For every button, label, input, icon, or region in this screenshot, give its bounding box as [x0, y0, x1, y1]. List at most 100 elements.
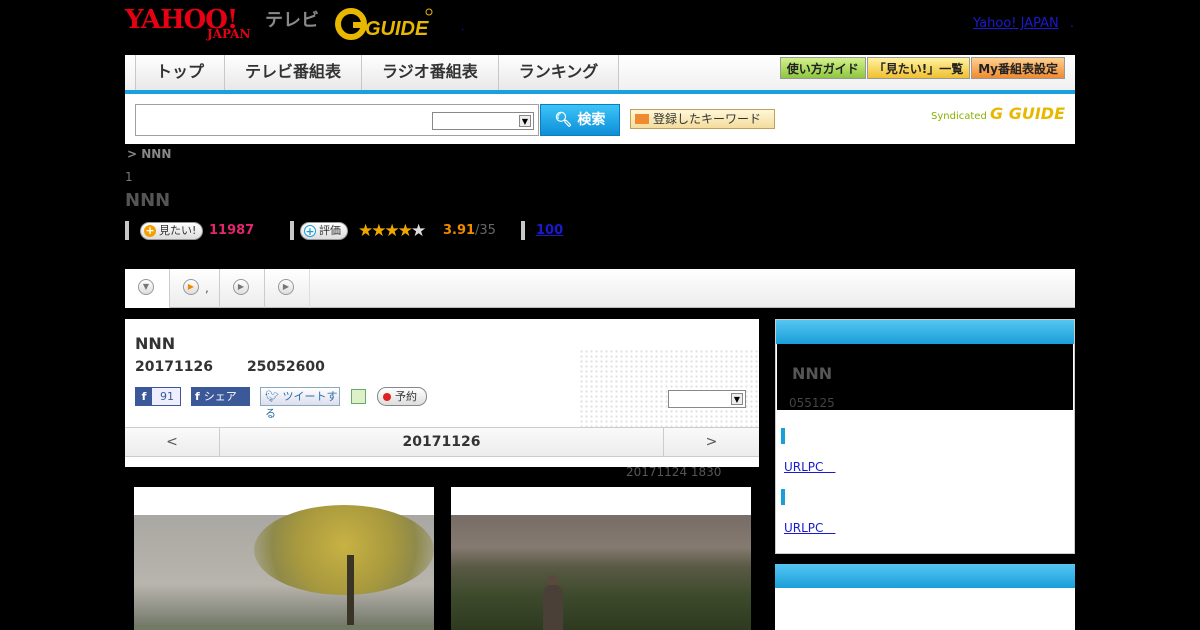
rating-sub: /35 — [475, 223, 496, 238]
page: YAHOO! JAPAN テレビ GUIDE . Yahoo! JAPAN . … — [0, 0, 1200, 630]
search-category-select[interactable]: ▼ — [432, 112, 534, 130]
breadcrumb[interactable]: > NNN — [127, 147, 171, 161]
social-buttons: f 91 f シェア 🐦︎ ツイートする 予約 — [135, 387, 755, 420]
section-marker — [781, 489, 785, 505]
guide-button[interactable]: 使い方ガイド — [779, 57, 866, 79]
sidebar-panel: NNN 055125 URLPC URLPC — [775, 319, 1075, 554]
episode-meta: 20171126 25052600 — [135, 359, 325, 375]
subtab-expand[interactable]: ▼ — [125, 269, 170, 308]
reserve-label: 予約 — [395, 390, 417, 403]
divider — [290, 221, 294, 240]
sidebar-link-2[interactable]: URLPC — [784, 519, 835, 536]
episode-select[interactable]: ▼ — [668, 390, 746, 408]
search-icon: 🔍︎ — [554, 112, 573, 128]
plus-icon: + — [144, 224, 156, 237]
registered-keywords-label: 登録したキーワード — [653, 112, 762, 126]
plus-icon: + — [304, 225, 316, 238]
play-icon: ▶ — [278, 279, 294, 295]
horizon — [134, 625, 434, 630]
dropdown-icon — [635, 114, 649, 124]
next-episode-button[interactable]: > — [663, 428, 759, 456]
want-button[interactable]: + 見たい! — [140, 222, 204, 240]
nav-tab-radio-listings[interactable]: ラジオ番組表 — [361, 55, 498, 90]
sub-tabs: ▼ ▶ , ▶ ▶ — [125, 269, 1075, 308]
episode-title: NNN — [135, 334, 176, 353]
facebook-count[interactable]: f 91 — [135, 387, 181, 406]
divider — [125, 221, 129, 240]
episode-photo-person[interactable] — [451, 487, 751, 630]
episode-date: 20171126 — [135, 359, 213, 375]
sidebar-header — [775, 564, 1075, 588]
chevron-down-icon: ▼ — [519, 115, 531, 127]
updated-timestamp: 20171124 1830 — [626, 465, 722, 479]
play-icon: ▶ — [183, 279, 199, 295]
person-figure — [543, 585, 563, 630]
nav-tab-top[interactable]: トップ — [135, 55, 225, 90]
photo-image — [134, 505, 434, 630]
play-icon: ▶ — [233, 279, 249, 295]
my-listings-settings-button[interactable]: My番組表設定 — [971, 57, 1065, 79]
search-button[interactable]: 🔍︎ 検索 — [540, 104, 620, 136]
episode-count: 1 — [125, 170, 133, 184]
chevron-down-icon: ▼ — [138, 279, 154, 295]
gguide-logo[interactable]: GUIDE — [335, 7, 433, 41]
global-nav: トップ テレビ番組表 ラジオ番組表 ランキング 使い方ガイド 「見たい!」一覧 … — [125, 55, 1075, 94]
episode-panel: NNN 20171126 25052600 f 91 f シェア 🐦︎ ツイートする … — [125, 319, 759, 467]
rate-button-label: 評価 — [319, 224, 341, 237]
photo-image — [451, 515, 751, 630]
tweet-button[interactable]: 🐦︎ ツイートする — [260, 387, 340, 420]
sidebar-panel-2 — [775, 564, 1075, 630]
header-dot-right: . — [1070, 16, 1074, 30]
subtab-4[interactable]: ▶ — [265, 269, 310, 308]
subtab-2[interactable]: ▶ , — [170, 269, 220, 308]
reviews-link[interactable]: 100 — [536, 223, 563, 238]
yahoo-japan-logo[interactable]: YAHOO! JAPAN — [125, 5, 265, 43]
subtab-3[interactable]: ▶ — [220, 269, 265, 308]
pager-date: 20171126 — [402, 434, 481, 450]
facebook-count-value: 91 — [160, 390, 174, 403]
sidebar-header — [776, 320, 1074, 344]
record-dot-icon — [383, 393, 391, 401]
sidebar-program-box: NNN 055125 — [777, 344, 1073, 410]
syndicated-gguide-logo: Syndicated G GUIDE — [931, 104, 1065, 123]
syndicated-brand: G GUIDE — [990, 104, 1065, 123]
want-list-button[interactable]: 「見たい!」一覧 — [866, 57, 971, 79]
svg-text:GUIDE: GUIDE — [365, 18, 429, 40]
episode-code: 25052600 — [246, 359, 325, 375]
facebook-share-button[interactable]: f シェア — [191, 387, 250, 406]
reserve-button[interactable]: 予約 — [377, 387, 427, 406]
want-count: 11987 — [209, 223, 255, 238]
registered-keywords-button[interactable]: 登録したキーワード — [630, 109, 775, 129]
yahoo-japan-link[interactable]: Yahoo! JAPAN — [973, 16, 1059, 31]
tv-service-label[interactable]: テレビ — [265, 6, 319, 32]
nav-tab-tv-listings[interactable]: テレビ番組表 — [224, 55, 362, 90]
nav-buttons: 使い方ガイド 「見たい!」一覧 My番組表設定 — [779, 57, 1065, 79]
header-dot: . — [461, 22, 465, 33]
section-marker — [781, 428, 785, 444]
episode-photo-tree[interactable] — [134, 487, 434, 630]
sidebar-link-1[interactable]: URLPC — [784, 458, 835, 475]
add-icon[interactable] — [351, 389, 366, 404]
prev-episode-button[interactable]: < — [125, 428, 220, 456]
tree-trunk — [347, 555, 354, 630]
program-stats: + 見たい! 11987 + 評価 ★★★★★ 3.91 /35 100 — [125, 220, 1075, 242]
want-button-label: 見たい! — [159, 224, 197, 237]
facebook-share-label: シェア — [203, 390, 237, 403]
facebook-icon: f — [136, 388, 152, 405]
subtab-comma: , — [205, 281, 209, 295]
sidebar-title: NNN — [792, 364, 833, 383]
episode-pager: < 20171126 > — [125, 427, 759, 457]
syndicated-label: Syndicated — [931, 111, 987, 122]
search-bar: ▼ 🔍︎ 検索 登録したキーワード Syndicated G GUIDE — [125, 94, 1075, 144]
nav-tabs: トップ テレビ番組表 ラジオ番組表 ランキング — [135, 55, 620, 90]
rate-button[interactable]: + 評価 — [300, 222, 348, 240]
chevron-down-icon: ▼ — [731, 393, 743, 405]
divider — [521, 221, 525, 240]
rating-score: 3.91 — [443, 223, 476, 238]
tree-illustration — [254, 505, 434, 595]
search-button-label: 検索 — [577, 112, 606, 128]
nav-tab-ranking[interactable]: ランキング — [497, 55, 620, 90]
rating-stars: ★★★★★ — [358, 221, 426, 241]
program-title: NNN — [125, 190, 171, 211]
japan-logo-text: JAPAN — [207, 27, 251, 41]
